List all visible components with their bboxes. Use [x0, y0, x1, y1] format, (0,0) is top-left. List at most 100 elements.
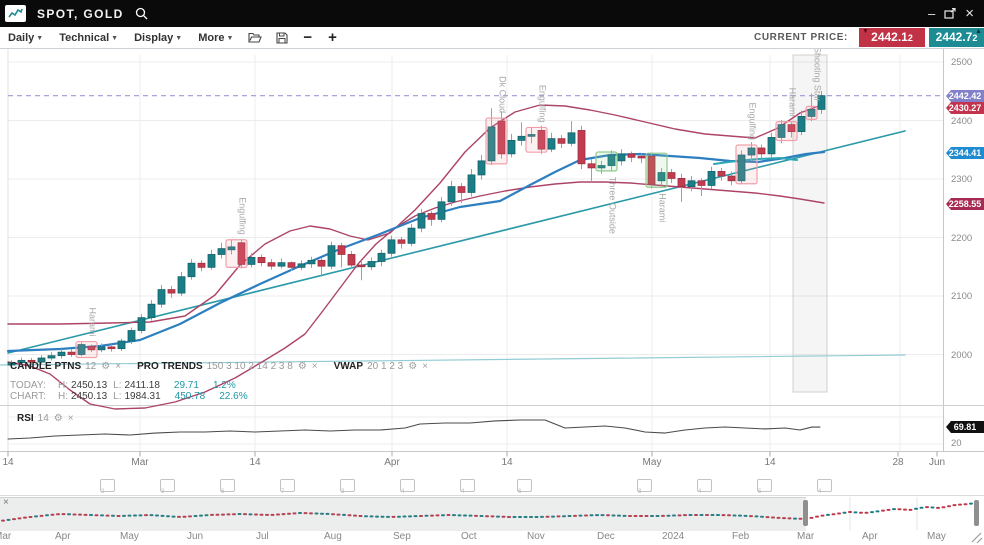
y-axis-label: 2500: [951, 57, 972, 68]
y-axis-label: 2100: [951, 291, 972, 302]
navigator-month-label: Apr: [55, 531, 71, 542]
chevron-down-icon: ▼: [175, 35, 182, 42]
rsi-legend: RSI 14 ⚙ ×: [17, 413, 74, 424]
indicator-candle-ptns: CANDLE PTNS 12 ⚙ ×: [10, 361, 121, 372]
rsi-axis-label: 20: [951, 438, 962, 449]
toolbar: Daily▼ Technical▼ Display▼ More▼ − + CUR…: [0, 27, 984, 49]
rsi-value-tag: 69.81: [946, 421, 984, 433]
symbol-title: SPOT, GOLD: [37, 7, 124, 21]
close-button[interactable]: ×: [965, 7, 974, 20]
trading-app-window: { "title_bar": { "symbol": "SPOT, GOLD",…: [0, 0, 984, 545]
price-tag: 2430.27: [946, 102, 984, 114]
indicator-pro-trends: PRO TRENDS 150 3 10 2 14 2 3 8 ⚙ ×: [137, 361, 318, 372]
chevron-down-icon: ▼: [226, 35, 233, 42]
close-icon[interactable]: ×: [68, 413, 74, 424]
y-axis-label: 2000: [951, 350, 972, 361]
calendar-event-icon[interactable]: 3: [160, 479, 175, 492]
navigator-month-label: Oct: [461, 531, 477, 542]
svg-text:Harami: Harami: [788, 88, 798, 117]
price-tag: 2344.41: [946, 147, 984, 159]
navigator-month-label: Mar: [797, 531, 814, 542]
navigator-close-icon[interactable]: ×: [3, 497, 9, 508]
navigator-unselected-region[interactable]: [0, 497, 806, 531]
chevron-down-icon: ▼: [36, 35, 43, 42]
gear-icon[interactable]: ⚙: [101, 361, 110, 372]
popout-button[interactable]: [944, 8, 956, 19]
open-chart-button[interactable]: [241, 32, 269, 44]
zoom-out-button[interactable]: −: [295, 29, 320, 46]
x-axis-label: 14: [249, 457, 260, 468]
menu-display[interactable]: Display▼: [126, 32, 190, 44]
gear-icon[interactable]: ⚙: [408, 361, 417, 372]
calendar-event-icon[interactable]: 6: [220, 479, 235, 492]
navigator-month-label: May: [120, 531, 139, 542]
navigator-month-label: Sep: [393, 531, 411, 542]
menu-more[interactable]: More▼: [190, 32, 241, 44]
gear-icon[interactable]: ⚙: [54, 413, 63, 424]
arrow-up-icon: ▲: [975, 28, 982, 36]
calendar-event-icon[interactable]: 7: [280, 479, 295, 492]
price-tag: 2258.55: [946, 198, 984, 210]
calendar-event-icon[interactable]: 8: [637, 479, 652, 492]
current-price-label: CURRENT PRICE:: [754, 32, 848, 43]
navigator-left-handle[interactable]: [803, 500, 808, 526]
search-icon[interactable]: [135, 7, 148, 20]
x-axis-label: 14: [2, 457, 13, 468]
calendar-event-icon[interactable]: 4: [460, 479, 475, 492]
chart-stats-row: CHART: H:2450.13 L:1984.31 450.78 22.6%: [10, 391, 248, 402]
close-icon[interactable]: ×: [312, 361, 318, 372]
calendar-event-icon[interactable]: 4: [400, 479, 415, 492]
chevron-down-icon: ▼: [111, 35, 118, 42]
navigator-month-label: May: [927, 531, 946, 542]
bid-price-badge: ▼ 2442.12: [859, 28, 925, 47]
close-icon[interactable]: ×: [422, 361, 428, 372]
save-chart-button[interactable]: [269, 32, 295, 44]
calendar-event-icon[interactable]: 6: [517, 479, 532, 492]
x-axis-label: Mar: [131, 457, 148, 468]
x-axis-label: Jun: [929, 457, 945, 468]
svg-text:Harami: Harami: [88, 308, 98, 337]
app-logo-icon: [5, 5, 26, 22]
calendar-event-icon[interactable]: 3: [340, 479, 355, 492]
minimize-button[interactable]: –: [928, 7, 935, 20]
svg-text:Dk Cloud: Dk Cloud: [498, 76, 508, 113]
navigator-month-label: Feb: [732, 531, 749, 542]
arrow-down-icon: ▼: [862, 28, 869, 36]
navigator-month-label: Apr: [862, 531, 878, 542]
svg-text:Harami: Harami: [658, 193, 668, 222]
navigator-month-label: Dec: [597, 531, 615, 542]
navigator-month-label: Jul: [256, 531, 269, 542]
svg-text:Shooting Star: Shooting Star: [813, 47, 823, 102]
y-axis-label: 2200: [951, 233, 972, 244]
x-axis-label: 14: [764, 457, 775, 468]
svg-text:Three Outside: Three Outside: [608, 177, 618, 234]
close-icon[interactable]: ×: [115, 361, 121, 372]
x-axis-label: 14: [501, 457, 512, 468]
today-stats-row: TODAY: H:2450.13 L:2411.18 29.71 1.2%: [10, 380, 236, 391]
svg-text:Engulfing: Engulfing: [748, 102, 758, 140]
x-axis-label: May: [643, 457, 662, 468]
ask-price-badge: 2442.72 ▲: [929, 28, 984, 47]
menu-technical[interactable]: Technical▼: [51, 32, 126, 44]
price-tag: 2442.42: [946, 90, 984, 102]
menu-daily[interactable]: Daily▼: [0, 32, 51, 44]
title-bar: SPOT, GOLD – ×: [0, 0, 984, 27]
calendar-event-icon[interactable]: 2: [100, 479, 115, 492]
folder-icon: [248, 32, 262, 44]
x-axis-label: 28: [892, 457, 903, 468]
x-axis-label: Apr: [384, 457, 400, 468]
calendar-event-icon[interactable]: 4: [817, 479, 832, 492]
navigator-right-handle[interactable]: [974, 500, 979, 526]
navigator-month-label: 2024: [662, 531, 684, 542]
calendar-event-icon[interactable]: 5: [757, 479, 772, 492]
navigator-month-label: Nov: [527, 531, 545, 542]
navigator-month-label: Aug: [324, 531, 342, 542]
navigator-month-label: Mar: [0, 531, 11, 542]
y-axis-label: 2400: [951, 116, 972, 127]
svg-text:Engulfing: Engulfing: [538, 85, 548, 123]
calendar-event-icon[interactable]: 4: [697, 479, 712, 492]
gear-icon[interactable]: ⚙: [298, 361, 307, 372]
indicator-vwap: VWAP 20 1 2 3 ⚙ ×: [334, 361, 428, 372]
save-icon: [276, 32, 288, 44]
zoom-in-button[interactable]: +: [320, 29, 345, 46]
